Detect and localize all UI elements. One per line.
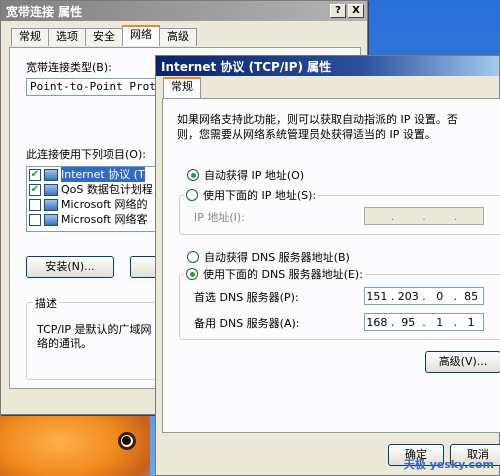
checkbox-unchecked-icon[interactable]	[29, 213, 41, 226]
tab-network[interactable]: 网络	[122, 25, 160, 46]
tab-options[interactable]: 选项	[48, 28, 86, 46]
description-title: 描述	[33, 295, 59, 311]
alternate-dns-label: 备用 DNS 服务器(A):	[194, 317, 300, 330]
intro-text-2: 则，您需要从网络系统管理员处获得适当的 IP 设置。	[177, 128, 436, 141]
connection-type-label: 宽带连接类型(B):	[26, 61, 112, 74]
radio-selected-icon	[186, 268, 198, 280]
close-button[interactable]: X	[348, 4, 364, 18]
ip-group: 使用下面的 IP 地址(S): IP 地址(I): ...	[179, 187, 500, 235]
radio-selected-icon	[187, 169, 199, 181]
dns-group: 使用下面的 DNS 服务器地址(E): 首选 DNS 服务器(P): 151. 2…	[179, 266, 500, 340]
install-button[interactable]: 安装(N)...	[26, 256, 114, 278]
ip-address-label: IP 地址(I):	[194, 211, 245, 224]
front-title-bar: Internet 协议 (TCP/IP) 属性	[156, 56, 499, 76]
yesky-watermark: 天极 yesky.com	[403, 458, 494, 471]
network-client-icon	[44, 213, 58, 226]
manual-ip-radio[interactable]: 使用下面的 IP 地址(S):	[184, 187, 319, 203]
tab-security[interactable]: 安全	[85, 28, 123, 46]
back-title-bar: 宽带连接 属性 ? X	[1, 1, 367, 21]
tab-general[interactable]: 常规	[163, 77, 201, 98]
help-button[interactable]: ?	[330, 4, 346, 18]
preferred-dns-label: 首选 DNS 服务器(P):	[194, 291, 299, 304]
manual-dns-radio[interactable]: 使用下面的 DNS 服务器地址(E):	[184, 266, 365, 282]
intro-text-1: 如果网络支持此功能，则可以获取自动指派的 IP 设置。否	[177, 113, 458, 126]
tcpip-properties-window: Internet 协议 (TCP/IP) 属性 常规 如果网络支持此功能，则可以…	[155, 55, 500, 476]
front-window-title: Internet 协议 (TCP/IP) 属性	[161, 59, 332, 74]
ip-address-field: ...	[364, 207, 484, 225]
alternate-dns-field[interactable]: 168. 95. 1. 1	[364, 313, 484, 331]
checkbox-checked-icon[interactable]: ✔	[29, 168, 41, 181]
front-tabs: 常规	[163, 77, 201, 98]
back-tabs: 常规 选项 安全 网络 高级	[11, 25, 197, 46]
radio-unselected-icon	[186, 189, 198, 201]
tab-general[interactable]: 常规	[11, 28, 49, 46]
network-service-icon	[44, 183, 58, 196]
auto-dns-radio[interactable]: 自动获得 DNS 服务器地址(B)	[187, 249, 350, 265]
advanced-button[interactable]: 高级(V)...	[425, 351, 500, 373]
network-protocol-icon	[44, 168, 58, 181]
auto-ip-radio[interactable]: 自动获得 IP 地址(O)	[187, 167, 304, 183]
description-text-2: 络的通讯。	[37, 337, 92, 350]
checkbox-checked-icon[interactable]: ✔	[29, 183, 41, 196]
fish-pupil	[122, 436, 131, 445]
front-tab-panel: 如果网络支持此功能，则可以获取自动指派的 IP 设置。否 则，您需要从网络系统管…	[162, 98, 500, 433]
checkbox-unchecked-icon[interactable]	[29, 198, 41, 211]
network-client-icon	[44, 198, 58, 211]
tab-advanced[interactable]: 高级	[159, 28, 197, 46]
preferred-dns-field[interactable]: 151. 203. 0. 85	[364, 287, 484, 305]
back-window-title: 宽带连接 属性	[6, 4, 83, 19]
radio-unselected-icon	[187, 251, 199, 263]
items-label: 此连接使用下列项目(O):	[26, 148, 146, 161]
